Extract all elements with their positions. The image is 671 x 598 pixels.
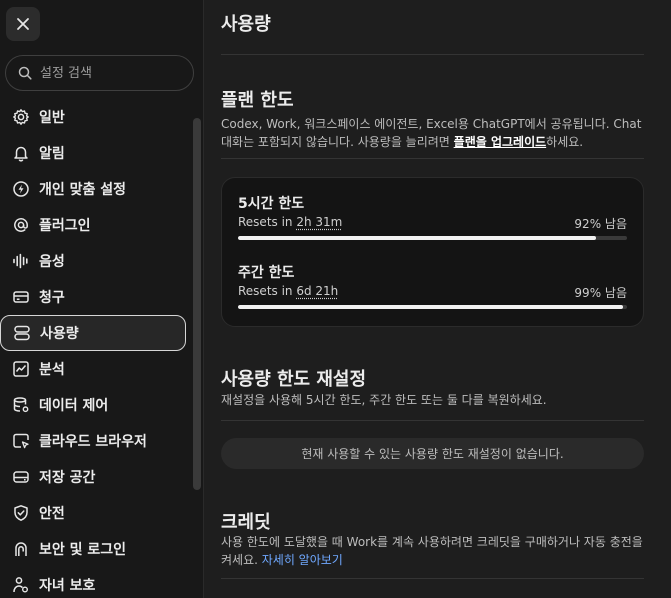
credits-title: 크레딧 <box>221 512 271 533</box>
sidebar-item-analytics[interactable]: 분석 <box>0 351 192 387</box>
settings-sidebar: 일반 알림 개인 맞춤 설정 플러그인 음성 청구 사용량 분석 <box>0 0 204 598</box>
five-hour-progress-fill <box>238 236 596 240</box>
cloud-browser-icon <box>11 431 31 451</box>
sidebar-item-data-controls[interactable]: 데이터 제어 <box>0 387 192 423</box>
sidebar-item-label: 알림 <box>39 146 65 162</box>
no-resets-message: 현재 사용할 수 있는 사용량 한도 재설정이 없습니다. <box>221 438 644 469</box>
credits-description: 사용 한도에 도달했을 때 Work를 계속 사용하려면 크레딧을 구매하거나 … <box>221 533 646 569</box>
card-icon <box>11 287 31 307</box>
sidebar-item-label: 데이터 제어 <box>39 398 109 414</box>
reset-prefix: Resets in <box>238 215 297 229</box>
sidebar-item-label: 플러그인 <box>39 218 91 234</box>
sidebar-item-personalization[interactable]: 개인 맞춤 설정 <box>0 171 192 207</box>
search-input[interactable] <box>40 65 180 81</box>
settings-nav: 일반 알림 개인 맞춤 설정 플러그인 음성 청구 사용량 분석 데이터 제어 … <box>0 99 192 598</box>
usage-limits-card: 5시간 한도 Resets in 2h 31m 92% 남음 주간 한도 Res… <box>221 177 644 327</box>
at-icon <box>11 215 31 235</box>
five-hour-progress-bar <box>238 236 627 240</box>
search-icon <box>18 66 32 80</box>
sidebar-item-label: 저장 공간 <box>39 470 96 486</box>
sidebar-item-safety[interactable]: 안전 <box>0 495 192 531</box>
sidebar-item-label: 보안 및 로그인 <box>39 542 127 558</box>
voice-icon <box>11 251 31 271</box>
sidebar-item-label: 자녀 보호 <box>39 578 96 594</box>
storage-icon <box>11 467 31 487</box>
weekly-remaining: 99% 남음 <box>574 286 627 300</box>
sidebar-scrollbar[interactable] <box>193 118 201 490</box>
sidebar-item-security-login[interactable]: 보안 및 로그인 <box>0 531 192 567</box>
settings-content: 사용량 플랜 한도 Codex, Work, 워크스페이스 에이전트, Exce… <box>204 0 671 598</box>
sidebar-item-usage[interactable]: 사용량 <box>0 315 186 351</box>
divider <box>221 578 644 579</box>
five-hour-remaining: 92% 남음 <box>574 217 627 231</box>
gear-icon <box>11 107 31 127</box>
sidebar-item-label: 일반 <box>39 110 65 126</box>
sidebar-item-general[interactable]: 일반 <box>0 99 192 135</box>
divider <box>221 420 644 421</box>
limit-reset-description: 재설정을 사용해 5시간 한도, 주간 한도 또는 둘 다를 복원하세요. <box>221 393 547 407</box>
upgrade-plan-link[interactable]: 플랜을 업그레이드 <box>454 135 547 149</box>
sidebar-item-parental-controls[interactable]: 자녀 보호 <box>0 567 192 598</box>
sidebar-item-label: 클라우드 브라우저 <box>39 434 147 450</box>
database-icon <box>11 395 31 415</box>
reset-value: 6d 21h <box>296 284 339 298</box>
sidebar-item-label: 안전 <box>39 506 65 522</box>
page-title: 사용량 <box>221 14 271 35</box>
analytics-icon <box>11 359 31 379</box>
reset-value: 2h 31m <box>296 215 343 229</box>
family-icon <box>11 575 31 595</box>
divider <box>221 54 644 55</box>
bell-icon <box>11 143 31 163</box>
sidebar-item-voice[interactable]: 음성 <box>0 243 192 279</box>
sidebar-item-plugins[interactable]: 플러그인 <box>0 207 192 243</box>
plan-desc-suffix: 하세요. <box>546 135 584 149</box>
settings-search[interactable] <box>5 55 194 91</box>
sidebar-item-storage[interactable]: 저장 공간 <box>0 459 192 495</box>
personalize-icon <box>11 179 31 199</box>
shield-icon <box>11 503 31 523</box>
sidebar-item-notifications[interactable]: 알림 <box>0 135 192 171</box>
usage-icon <box>12 323 32 343</box>
five-hour-limit-title: 5시간 한도 <box>238 196 305 212</box>
sidebar-item-cloud-browser[interactable]: 클라우드 브라우저 <box>0 423 192 459</box>
lock-icon <box>11 539 31 559</box>
weekly-progress-fill <box>238 305 624 309</box>
five-hour-reset-time: Resets in 2h 31m <box>238 215 342 229</box>
plan-limits-description: Codex, Work, 워크스페이스 에이전트, Excel용 ChatGPT… <box>221 115 646 151</box>
sidebar-item-label: 청구 <box>39 290 65 306</box>
sidebar-item-billing[interactable]: 청구 <box>0 279 192 315</box>
divider <box>221 158 644 159</box>
close-button[interactable] <box>6 7 40 41</box>
weekly-progress-bar <box>238 305 627 309</box>
sidebar-item-label: 분석 <box>39 362 65 378</box>
sidebar-item-label: 사용량 <box>40 326 79 342</box>
close-icon <box>17 18 29 30</box>
plan-limits-title: 플랜 한도 <box>221 90 294 111</box>
reset-prefix: Resets in <box>238 284 297 298</box>
weekly-limit-title: 주간 한도 <box>238 265 295 281</box>
weekly-reset-time: Resets in 6d 21h <box>238 284 338 298</box>
limit-reset-title: 사용량 한도 재설정 <box>221 369 367 390</box>
sidebar-item-label: 음성 <box>39 254 65 270</box>
sidebar-item-label: 개인 맞춤 설정 <box>39 182 127 198</box>
learn-more-link[interactable]: 자세히 알아보기 <box>262 553 343 567</box>
